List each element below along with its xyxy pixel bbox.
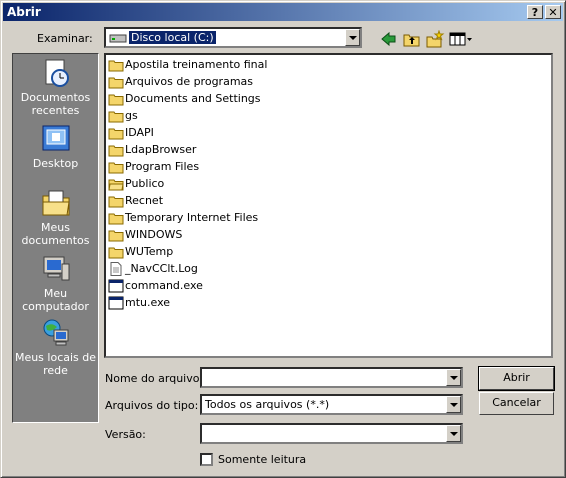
my-computer-icon xyxy=(43,256,69,281)
folder-icon xyxy=(108,162,124,174)
folder-icon xyxy=(108,196,124,208)
up-folder-button[interactable] xyxy=(402,30,422,48)
place-recent-documents[interactable]: Documentos recentes xyxy=(13,58,98,117)
recent-documents-icon xyxy=(45,59,69,87)
text-file-icon xyxy=(110,262,122,276)
file-name: Recnet xyxy=(125,194,164,207)
new-folder-button[interactable] xyxy=(425,29,445,48)
file-name: Documents and Settings xyxy=(125,92,261,105)
new-folder-icon xyxy=(426,29,445,48)
file-name: WINDOWS xyxy=(125,228,183,241)
filename-input[interactable] xyxy=(200,367,463,388)
filetype-dropdown-arrow[interactable] xyxy=(446,396,461,413)
look-in-value: Disco local (C:) xyxy=(129,31,216,44)
folder-icon xyxy=(108,128,124,140)
places-bar: Documentos recentes Desktop Meus documen… xyxy=(12,53,99,423)
filetype-value: Todos os arquivos (*.*) xyxy=(205,398,330,411)
folder-icon xyxy=(108,145,124,157)
folder-icon xyxy=(108,111,124,123)
place-label: Desktop xyxy=(32,157,79,170)
look-in-combo[interactable]: Disco local (C:) xyxy=(104,27,362,48)
place-label: Meus documentos xyxy=(21,221,90,247)
version-select[interactable] xyxy=(200,423,463,444)
place-my-network-places[interactable]: Meus locais de rede xyxy=(13,318,98,377)
file-name: command.exe xyxy=(125,279,203,292)
file-list[interactable]: Apostila treinamento final Arquivos de pr… xyxy=(104,53,553,358)
network-places-icon xyxy=(43,319,68,346)
version-label: Versão: xyxy=(105,428,146,441)
file-name: Apostila treinamento final xyxy=(125,58,268,71)
file-name: Temporary Internet Files xyxy=(125,211,259,224)
look-in-dropdown-arrow[interactable] xyxy=(345,29,360,46)
view-menu-button[interactable] xyxy=(448,30,474,48)
folder-icon xyxy=(108,230,124,242)
place-my-computer[interactable]: Meu computador xyxy=(13,254,98,313)
folder-icon xyxy=(108,213,124,225)
place-my-documents[interactable]: Meus documentos xyxy=(13,188,98,247)
drive-icon xyxy=(109,34,127,43)
place-desktop[interactable]: Desktop xyxy=(13,124,98,170)
file-name: Arquivos de programas xyxy=(125,75,254,88)
open-dialog: Abrir ? ✕ Examinar: Disco local (C:) Doc… xyxy=(0,0,566,478)
version-dropdown-arrow[interactable] xyxy=(446,425,461,442)
folder-icon xyxy=(108,77,124,89)
desktop-icon xyxy=(42,125,69,151)
file-name: gs xyxy=(125,109,138,122)
up-folder-icon xyxy=(403,34,420,47)
readonly-label: Somente leitura xyxy=(218,453,307,466)
shared-folder-icon xyxy=(108,179,124,191)
file-name: WUTemp xyxy=(125,245,174,258)
file-name: _NavCClt.Log xyxy=(125,262,198,275)
place-label: Meus locais de rede xyxy=(14,351,97,377)
folder-icon xyxy=(108,247,124,259)
place-label: Meu computador xyxy=(22,287,89,313)
filetype-select[interactable]: Todos os arquivos (*.*) xyxy=(200,394,463,415)
cancel-button[interactable]: Cancelar xyxy=(479,392,554,415)
filetype-label: Arquivos do tipo: xyxy=(105,399,199,412)
filename-dropdown-arrow[interactable] xyxy=(446,369,461,386)
file-name: Program Files xyxy=(125,160,200,173)
file-name: mtu.exe xyxy=(125,296,171,309)
place-label: Documentos recentes xyxy=(20,91,91,117)
back-button[interactable] xyxy=(379,30,399,48)
file-name: Publico xyxy=(125,177,165,190)
view-menu-icon xyxy=(449,32,472,46)
back-arrow-icon xyxy=(381,31,396,47)
folder-icon xyxy=(108,60,124,72)
my-documents-icon xyxy=(42,190,70,216)
folder-icon xyxy=(108,94,124,106)
open-button[interactable]: Abrir xyxy=(478,366,555,391)
filename-label: Nome do arquivo: xyxy=(105,372,204,385)
close-button[interactable]: ✕ xyxy=(545,5,561,19)
file-name: LdapBrowser xyxy=(125,143,197,156)
title-bar: Abrir ? ✕ xyxy=(3,3,563,21)
dialog-title: Abrir xyxy=(7,5,41,19)
exe-file-icon xyxy=(108,296,124,310)
readonly-checkbox[interactable] xyxy=(200,453,213,466)
help-button[interactable]: ? xyxy=(527,5,543,19)
look-in-label: Examinar: xyxy=(37,32,93,45)
file-name: IDAPI xyxy=(125,126,154,139)
exe-file-icon xyxy=(108,279,124,293)
